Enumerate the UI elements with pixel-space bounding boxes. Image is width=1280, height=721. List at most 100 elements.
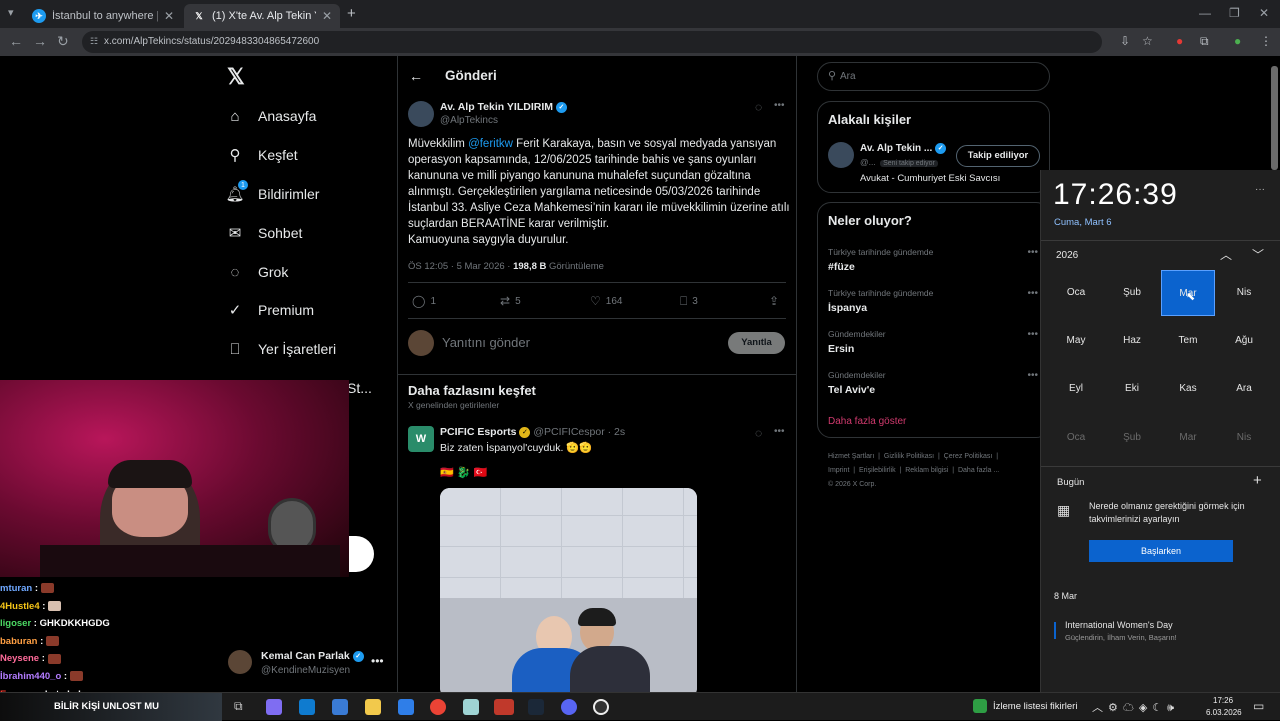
month-cell[interactable]: Ara [1217,366,1271,412]
footer-link[interactable]: Imprint [828,467,849,474]
tray-date[interactable]: 6.03.2026 [1206,708,1242,717]
footer-link[interactable]: Hizmet Şartları [828,453,874,460]
month-cell[interactable]: Nis [1217,415,1271,461]
get-started-button[interactable]: Başlarken [1089,540,1233,562]
nav-grok[interactable]: ◌ Grok [226,259,289,285]
nav-premium[interactable]: ✓ Premium [226,297,314,323]
month-cell[interactable]: Ağu [1217,318,1271,364]
share-button[interactable]: ⇪ [769,294,784,308]
x-logo-icon[interactable]: 𝕏 [227,64,245,90]
reply-button[interactable]: Yanıtla [728,332,785,354]
discover-author[interactable]: PCIFIC Esports ✓ @PCIFICespor · 2s [440,426,625,438]
reload-icon[interactable]: ↻ [57,33,69,50]
close-icon[interactable]: ✕ [164,9,174,23]
footer-link[interactable]: Çerez Politikası [944,453,993,460]
author-handle[interactable]: @AlpTekincs [440,115,498,126]
trend-item[interactable]: Türkiye tarihinde gündemde #füze ••• [828,247,1050,273]
widget-text[interactable]: İzleme listesi fikirleri [993,701,1077,712]
outlook-icon[interactable] [398,699,414,715]
task-view-icon[interactable]: ⧉ [234,699,243,714]
tab-explore[interactable]: ✈ İstanbul to anywhere | Explore ✕ [24,4,182,28]
footer-link[interactable]: Erişilebilirlik [859,467,896,474]
month-cell[interactable]: Kas [1161,366,1215,412]
store-icon[interactable] [332,699,348,715]
month-cell[interactable]: Mar [1161,415,1215,461]
tray-icons[interactable]: ︿⚙☁◈☾🕪 [1092,699,1179,715]
chevron-down-icon[interactable]: ﹀ [1252,246,1264,263]
close-icon[interactable]: ✕ [322,9,332,23]
chrome-icon[interactable] [430,699,446,715]
trend-item[interactable]: Gündemdekiler Ersin ••• [828,329,1050,355]
tab-search-icon[interactable]: ▾ [8,6,14,19]
new-tab-icon[interactable]: + [347,5,356,22]
post-button-fragment[interactable] [349,536,374,572]
more-icon[interactable]: ••• [774,100,785,111]
month-cell[interactable]: Oca [1049,270,1103,316]
more-icon[interactable]: ••• [1027,370,1038,381]
avatar[interactable] [408,101,434,127]
discord-icon[interactable] [561,699,577,715]
tab-x-post[interactable]: 𝕏 (1) X'te Av. Alp Tekin YILDIRIM ✕ [184,4,340,28]
profile-icon[interactable]: ● [1234,34,1241,48]
nav-bookmarks[interactable]: ⎕ Yer İşaretleri [226,336,336,362]
post-image[interactable] [440,488,697,692]
extension-icon[interactable]: ● [1176,34,1183,48]
scrollbar[interactable] [1271,66,1278,170]
site-info-icon[interactable]: ☷ [90,36,98,47]
menu-icon[interactable]: ⋮ [1260,34,1272,48]
puzzle-icon[interactable]: ⧉ [1200,34,1209,49]
avatar[interactable]: W [408,426,434,452]
star-icon[interactable]: ☆ [1142,34,1153,48]
url-field[interactable]: ☷ x.com/AlpTekincs/status/20294833048654… [82,31,1102,53]
month-cell[interactable]: Oca [1049,415,1103,461]
month-cell[interactable]: Nis [1217,270,1271,316]
minimize-icon[interactable]: — [1199,6,1211,20]
maximize-icon[interactable]: ❐ [1229,6,1240,20]
account-name[interactable]: Kemal Can Parlak ✓ [261,650,364,662]
chevron-up-icon[interactable]: ︿ [1220,246,1232,263]
tray-time[interactable]: 17:26 [1213,696,1233,705]
notification-icon[interactable]: ▭ [1253,699,1264,713]
avatar[interactable] [228,650,252,674]
event-title[interactable]: International Women's Day [1065,620,1173,630]
search-input[interactable]: ⚲ Ara [817,62,1050,91]
more-icon[interactable]: ••• [371,654,384,668]
author-name[interactable]: Av. Alp Tekin YILDIRIM ✓ [440,101,567,113]
nav-more-fragment[interactable]: St... [347,380,372,396]
month-cell[interactable]: Eki [1105,366,1159,412]
more-icon[interactable]: ••• [774,426,785,437]
footer-link[interactable]: Gizlilik Politikası [884,453,934,460]
month-cell[interactable]: Şub [1105,415,1159,461]
back-arrow-icon[interactable]: ← [409,68,423,84]
mention-link[interactable]: @feritkw [468,138,513,150]
more-icon[interactable]: ··· [1255,184,1265,195]
more-icon[interactable]: ••• [1027,247,1038,258]
nav-explore[interactable]: ⚲ Keşfet [226,142,298,168]
edge-icon[interactable] [299,699,315,715]
news-icon[interactable] [973,699,987,713]
calendar-year[interactable]: 2026 [1056,250,1078,261]
forward-icon[interactable]: → [33,33,47,49]
nav-messages[interactable]: ✉ Sohbet [226,220,303,246]
month-cell[interactable]: Eyl [1049,366,1103,412]
more-icon[interactable]: ••• [1027,288,1038,299]
avatar[interactable] [828,142,854,168]
steam-icon[interactable] [528,699,544,715]
month-cell[interactable]: May [1049,318,1103,364]
close-window-icon[interactable]: ✕ [1259,6,1269,20]
app-icon[interactable] [494,699,514,715]
folder-icon[interactable] [365,699,381,715]
add-event-icon[interactable]: + [1253,472,1262,489]
trend-item[interactable]: Türkiye tarihinde gündemde İspanya ••• [828,288,1050,314]
footer-link[interactable]: Daha fazla ... [958,467,999,474]
nav-home[interactable]: ⌂ Anasayfa [226,103,316,129]
clock-date[interactable]: Cuma, Mart 6 [1054,217,1112,228]
month-cell[interactable]: Şub [1105,270,1159,316]
grok-icon[interactable]: ◌ [755,100,762,114]
following-button[interactable]: Takip ediliyor [956,145,1040,167]
repost-button[interactable]: ⇄ 5 [500,294,521,308]
install-icon[interactable]: ⇩ [1120,34,1130,48]
show-more-link[interactable]: Daha fazla göster [828,416,906,427]
trend-item[interactable]: Gündemdekiler Tel Aviv'e ••• [828,370,1050,396]
grok-icon[interactable]: ◌ [755,426,762,440]
